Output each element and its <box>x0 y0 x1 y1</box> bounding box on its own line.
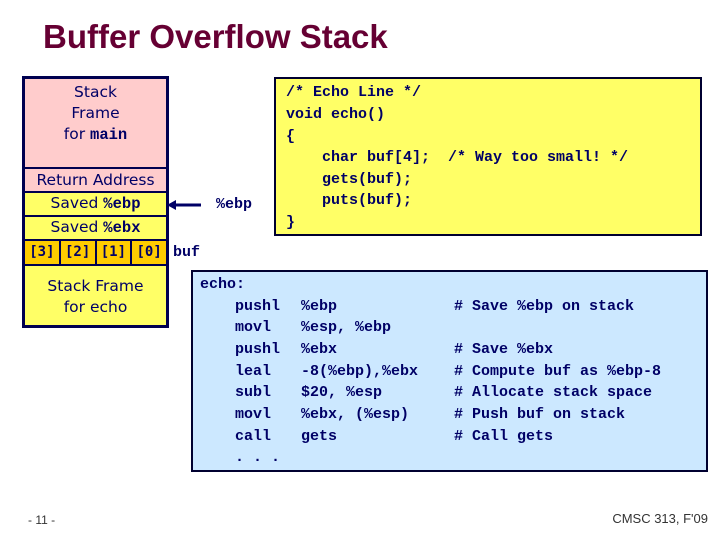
asm-ellipsis: . . . <box>235 449 281 466</box>
saved-ebx-register: %ebx <box>103 219 141 237</box>
asm-op: subl <box>235 384 272 401</box>
asm-op: pushl <box>235 341 281 358</box>
code-line: void echo() <box>286 106 386 123</box>
asm-args: %ebp <box>301 298 338 315</box>
echo-stack-frame: Stack Frame for echo <box>25 266 166 325</box>
c-code-box: /* Echo Line */ void echo() { char buf[4… <box>274 77 702 236</box>
buffer-slots: [3] [2] [1] [0] <box>25 241 166 264</box>
asm-comment: # Call gets <box>454 428 554 445</box>
main-stack-frame: Stack Frame for main <box>25 79 166 167</box>
assembly-box: echo: pushl %ebp # Save %ebp on stack mo… <box>191 270 708 472</box>
asm-comment: # Push buf on stack <box>454 406 626 423</box>
saved-ebp-slot: Saved %ebp <box>25 193 166 215</box>
asm-comment: # Save %ebx <box>454 341 554 358</box>
main-frame-line-3: for main <box>64 124 127 146</box>
asm-comment: # Save %ebp on stack <box>454 298 635 315</box>
echo-frame-code: echo <box>89 298 128 316</box>
asm-args: -8(%ebp),%ebx <box>301 363 419 380</box>
asm-op: pushl <box>235 298 281 315</box>
ebp-pointer-label: %ebp <box>216 196 253 213</box>
main-frame-code: main <box>90 126 128 144</box>
return-address-slot: Return Address <box>25 169 166 191</box>
buf-cell-3: [3] <box>25 241 59 264</box>
code-line: char buf[4]; /* Way too small! */ <box>286 149 629 166</box>
asm-comment: # Allocate stack space <box>454 384 653 401</box>
saved-ebx-slot: Saved %ebx <box>25 217 166 239</box>
arrow-left-icon <box>167 200 201 210</box>
buf-cell-0: [0] <box>132 241 166 264</box>
asm-op: movl <box>235 319 272 336</box>
code-line: } <box>286 214 296 231</box>
page-number: - 11 - <box>28 513 56 527</box>
asm-op: leal <box>235 363 272 380</box>
stack-diagram: Stack Frame for main Return Address Save… <box>22 76 169 328</box>
slide-title: Buffer Overflow Stack <box>43 18 388 55</box>
return-address-label: Return Address <box>36 170 155 189</box>
course-label: CMSC 313, F'09 <box>612 511 708 526</box>
code-line: { <box>286 128 296 145</box>
asm-args: $20, %esp <box>301 384 383 401</box>
code-line: puts(buf); <box>286 192 413 209</box>
buf-cell-1: [1] <box>96 241 131 264</box>
echo-frame-line-1: Stack Frame <box>47 277 144 295</box>
asm-args: %esp, %ebp <box>301 319 392 336</box>
asm-args: %ebx <box>301 341 338 358</box>
echo-frame-for-text: for <box>63 298 90 316</box>
asm-args: gets <box>301 428 338 445</box>
buf-cell-2: [2] <box>60 241 95 264</box>
main-frame-line-1: Stack <box>74 83 117 101</box>
main-frame-for-text: for <box>63 125 91 143</box>
saved-ebx-prefix: Saved <box>50 218 104 236</box>
asm-op: movl <box>235 406 272 423</box>
saved-ebp-label: Saved %ebp <box>50 193 140 215</box>
asm-op: call <box>235 428 272 445</box>
saved-ebp-prefix: Saved <box>50 194 104 212</box>
code-line: /* Echo Line */ <box>286 84 422 101</box>
asm-label: echo: <box>200 276 246 293</box>
asm-comment: # Compute buf as %ebp-8 <box>454 363 662 380</box>
saved-ebp-register: %ebp <box>103 195 141 213</box>
echo-frame-line-2: for echo <box>64 297 128 318</box>
asm-args: %ebx, (%esp) <box>301 406 410 423</box>
main-frame-line-2: Frame <box>71 104 120 122</box>
buf-label: buf <box>173 244 201 261</box>
saved-ebx-label: Saved %ebx <box>50 217 140 239</box>
code-line: gets(buf); <box>286 171 413 188</box>
